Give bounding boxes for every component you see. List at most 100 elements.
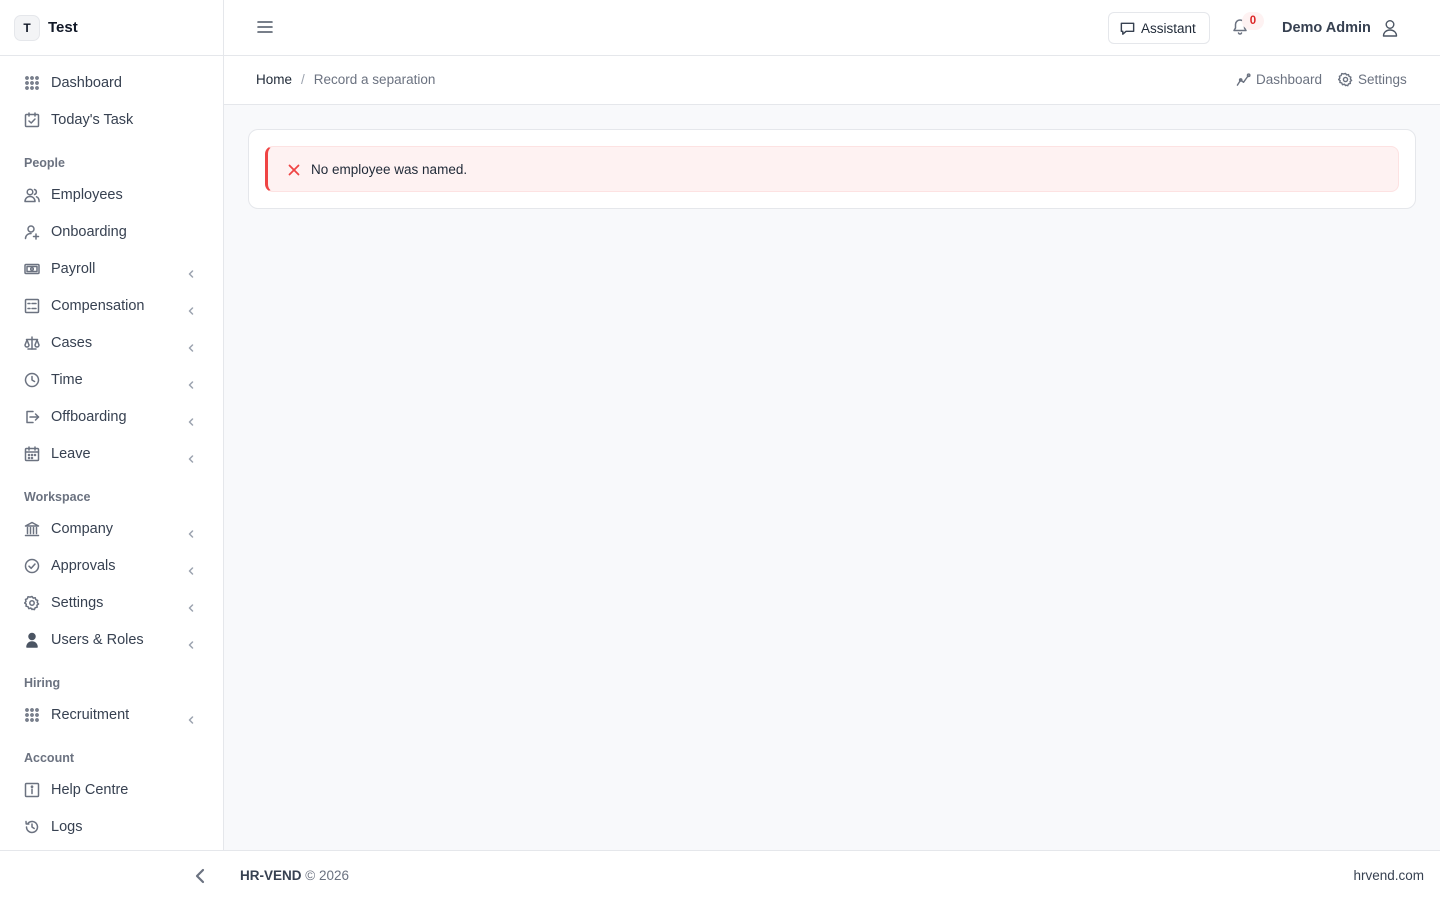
sidebar-item-cases[interactable]: Cases — [0, 324, 223, 361]
sidebar-item-dashboard[interactable]: Dashboard — [0, 64, 223, 101]
chevron-left-icon — [187, 265, 195, 278]
sidebar-section-workspace: Workspace — [24, 490, 91, 504]
sidebar-item-label: Today's Task — [51, 111, 134, 128]
user-icon[interactable] — [1380, 18, 1400, 38]
sidebar: T Test Dashboard Today's Task People Employ… — [0, 0, 224, 850]
scale-icon — [24, 335, 40, 351]
sidebar-item-label: Approvals — [51, 557, 116, 574]
sidebar-item-label: Compensation — [51, 297, 145, 314]
chart-line-icon — [1236, 73, 1251, 86]
copyright: HR-VEND © 2026 — [240, 868, 349, 883]
chevron-left-icon — [187, 450, 195, 463]
sidebar-item-employees[interactable]: Employees — [0, 176, 223, 213]
chevron-left-icon — [187, 636, 195, 649]
info-icon — [24, 782, 40, 798]
sidebar-item-label: Payroll — [51, 260, 96, 277]
footer-site-link[interactable]: hrvend.com — [1353, 868, 1424, 883]
brand-avatar: T — [14, 14, 40, 41]
chevron-left-icon — [187, 599, 195, 612]
sidebar-item-compensation[interactable]: Compensation — [0, 287, 223, 324]
sidebar-item-label: Onboarding — [51, 223, 127, 240]
chevron-left-icon — [187, 376, 195, 389]
sidebar-item-logs[interactable]: Logs — [0, 808, 223, 845]
close-x-icon — [288, 163, 300, 176]
chevron-left-icon — [187, 711, 195, 724]
assistant-button[interactable]: Assistant — [1108, 12, 1210, 44]
footer-copyright: © 2026 — [305, 868, 350, 883]
sidebar-item-recruitment[interactable]: Recruitment — [0, 696, 223, 733]
sidebar-item-label: Dashboard — [51, 74, 122, 91]
sidebar-item-payroll[interactable]: Payroll — [0, 250, 223, 287]
sidebar-section-hiring: Hiring — [24, 676, 61, 690]
grid-dots-icon — [24, 75, 40, 91]
error-alert: No employee was named. — [265, 146, 1399, 192]
notification-badge: 0 — [1242, 12, 1264, 30]
user-name[interactable]: Demo Admin — [1282, 20, 1371, 36]
quick-link-dashboard-label: Dashboard — [1256, 72, 1323, 87]
sidebar-item-label: Cases — [51, 334, 93, 351]
quick-link-dashboard[interactable]: Dashboard — [1236, 72, 1322, 87]
calendar-check-icon — [24, 111, 40, 128]
top-header: Assistant 0 Demo Admin — [224, 0, 1440, 56]
sidebar-item-help-centre[interactable]: Help Centre — [0, 771, 223, 808]
sidebar-item-offboarding[interactable]: Offboarding — [0, 398, 223, 435]
breadcrumb-home[interactable]: Home — [256, 72, 292, 87]
sidebar-item-label: Users & Roles — [51, 631, 144, 648]
quick-link-settings-label: Settings — [1358, 72, 1407, 87]
sidebar-item-label: Leave — [51, 445, 91, 462]
chevron-left-icon — [187, 562, 195, 575]
breadcrumb: Home / Record a separation — [256, 72, 435, 87]
clock-icon — [24, 372, 40, 388]
sidebar-item-company[interactable]: Company — [0, 510, 223, 547]
sidebar-item-label: Time — [51, 371, 83, 388]
assistant-label: Assistant — [1141, 20, 1196, 36]
gear-icon — [24, 595, 40, 611]
sidebar-item-label: Settings — [51, 594, 104, 611]
sidebar-nav: Dashboard Today's Task People Employees Onbo… — [0, 56, 223, 845]
chevron-left-icon — [187, 339, 195, 352]
sidebar-item-label: Recruitment — [51, 706, 130, 723]
breadcrumb-current: Record a separation — [313, 72, 436, 87]
sidebar-item-users-and-roles[interactable]: Users & Roles — [0, 621, 223, 658]
user-shield-icon — [24, 632, 40, 648]
footer: HR-VEND © 2026 hrvend.com — [0, 850, 1440, 900]
breadcrumb-separator: / — [301, 72, 305, 87]
grid-dots-icon — [24, 707, 40, 723]
content-card: No employee was named. — [248, 129, 1416, 209]
error-message: No employee was named. — [311, 161, 468, 177]
building-icon — [24, 521, 40, 537]
subheader: Home / Record a separation Dashboard Set… — [224, 56, 1440, 105]
sidebar-item-label: Offboarding — [51, 408, 127, 425]
banknote-icon — [24, 261, 40, 277]
footer-brand: HR-VEND — [240, 868, 302, 883]
sidebar-item-approvals[interactable]: Approvals — [0, 547, 223, 584]
calendar-icon — [24, 445, 40, 462]
sidebar-section-account: Account — [24, 751, 74, 765]
menu-toggle-icon[interactable] — [256, 18, 274, 36]
sidebar-item-label: Company — [51, 520, 114, 537]
brand[interactable]: T Test — [0, 0, 223, 56]
history-icon — [24, 819, 40, 835]
gear-icon — [1338, 72, 1353, 87]
chevron-left-icon — [187, 413, 195, 426]
sidebar-item-settings[interactable]: Settings — [0, 584, 223, 621]
sidebar-item-label: Help Centre — [51, 781, 129, 798]
chevron-left-icon — [187, 525, 195, 538]
chat-icon — [1120, 22, 1135, 35]
users-icon — [24, 187, 40, 203]
sidebar-item-label: Employees — [51, 186, 123, 203]
user-plus-icon — [24, 224, 40, 240]
collapse-sidebar-icon[interactable] — [192, 867, 208, 885]
sidebar-section-people: People — [24, 156, 65, 170]
check-circle-icon — [24, 558, 40, 574]
quick-link-settings[interactable]: Settings — [1338, 72, 1407, 87]
chevron-left-icon — [187, 302, 195, 315]
sidebar-item-today-s-task[interactable]: Today's Task — [0, 101, 223, 138]
brand-name: Test — [48, 19, 78, 36]
sidebar-item-onboarding[interactable]: Onboarding — [0, 213, 223, 250]
list-icon — [24, 298, 40, 314]
logout-icon — [24, 409, 40, 425]
sidebar-item-label: Logs — [51, 818, 83, 835]
sidebar-item-leave[interactable]: Leave — [0, 435, 223, 472]
sidebar-item-time[interactable]: Time — [0, 361, 223, 398]
